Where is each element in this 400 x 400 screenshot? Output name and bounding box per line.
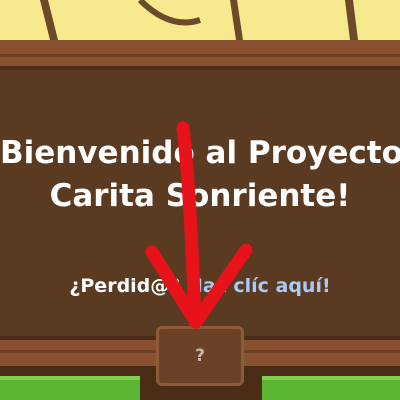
welcome-title-line2: Carita Sonriente! — [49, 178, 351, 214]
grass-right — [262, 376, 400, 400]
welcome-title-line1: Bienvenido al Proyecto — [0, 135, 400, 171]
top-plank-groove — [0, 54, 400, 57]
game-scene: Bienvenido al Proyecto Carita Sonriente!… — [0, 0, 400, 400]
grass-left — [0, 376, 140, 400]
help-prompt: ¿Perdid@? Haz clíc aquí! — [0, 273, 400, 299]
help-button[interactable]: ? — [156, 326, 244, 386]
tree-branches — [40, 0, 358, 40]
question-mark-icon: ? — [195, 346, 205, 366]
help-link[interactable]: Haz clíc aquí! — [187, 275, 331, 297]
lost-question: ¿Perdid@? — [69, 275, 181, 297]
welcome-title: Bienvenido al Proyecto Carita Sonriente! — [0, 132, 400, 218]
